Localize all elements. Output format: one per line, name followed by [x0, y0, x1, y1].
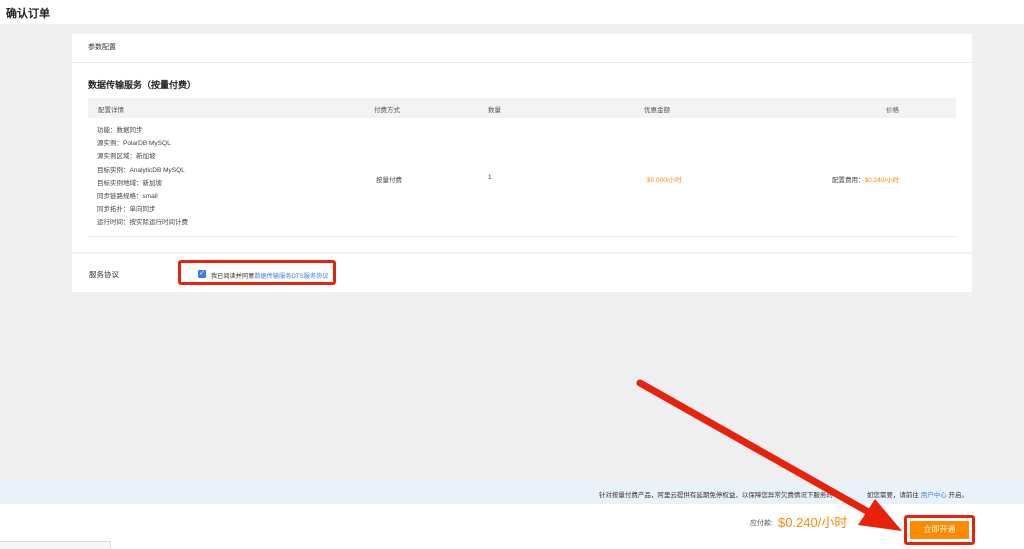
col-header-price: 价格 [886, 107, 899, 114]
price-label: 配置费用： [832, 177, 865, 184]
agreement-label: 服务协议 [89, 270, 119, 279]
table-row: 功能：数据同步 源实例：PolarDB MySQL 源实例区域：新加坡 目标实例… [88, 118, 956, 237]
config-card-header: 参数配置 [72, 34, 972, 63]
detail-line: 目标实例：AnalyticDB MySQL [97, 166, 185, 174]
agreement-card: 服务协议 ✓ 我已阅读并同意数据传输服务DTS服务协议 [72, 254, 972, 292]
config-card: 参数配置 数据传输服务（按量付费） 配置详情 付费方式 数量 优惠金额 价格 功… [72, 34, 972, 252]
detail-line: 同步拓扑：单向同步 [97, 206, 156, 214]
agreement-text: 我已阅读并同意数据传输服务DTS服务协议 [211, 271, 329, 280]
table-header: 配置详情 付费方式 数量 优惠金额 价格 [88, 98, 956, 118]
quantity-value: 1 [488, 174, 492, 181]
detail-line: 运行时间：按实际运行时间计费 [97, 219, 188, 227]
detail-line: 功能：数据同步 [97, 127, 143, 134]
agreement-prefix: 我已阅读并同意 [211, 272, 255, 280]
notice-suffix: 开启。 [948, 492, 969, 499]
order-table: 配置详情 付费方式 数量 优惠金额 价格 功能：数据同步 源实例：PolarDB… [88, 98, 956, 237]
user-center-link[interactable]: 用户中心 [921, 492, 947, 499]
service-title: 数据传输服务（按量付费） [88, 80, 197, 90]
col-header-quantity: 数量 [488, 107, 501, 114]
payment-method: 按量付费 [376, 177, 402, 184]
pay-label: 应付款: [750, 520, 773, 527]
agreement-highlight: ✓ 我已阅读并同意数据传输服务DTS服务协议 [178, 260, 336, 285]
price-cell: 配置费用：$0.240/小时 [832, 174, 899, 184]
price-value: $0.240/小时 [864, 177, 900, 184]
notice-text: 针对按量付费产品，阿里云提供有延期免停权益，以保障您异常欠费情况下服务的 如您需要… [599, 489, 968, 499]
open-button-highlight: 立即开通 [904, 515, 975, 545]
pay-amount: $0.240/小时 [778, 515, 848, 530]
col-header-payment: 付费方式 [374, 107, 400, 114]
detail-line: 同步链路规格：small [97, 193, 158, 201]
notice-main: 针对按量付费产品，阿里云提供有延期免停权益，以保障您异常欠费情况下服务的 [598, 492, 833, 499]
detail-line: 源实例：PolarDB MySQL [97, 140, 171, 148]
detail-line: 目标实例地域：新加坡 [97, 179, 162, 187]
agreement-checkbox[interactable]: ✓ [198, 270, 206, 278]
page-title: 确认订单 [6, 8, 50, 20]
col-header-discount: 优惠金额 [644, 107, 670, 114]
detail-line: 源实例区域：新加坡 [97, 153, 156, 161]
config-details: 功能：数据同步 源实例：PolarDB MySQL 源实例区域：新加坡 目标实例… [97, 124, 188, 230]
agreement-link[interactable]: 数据传输服务DTS服务协议 [254, 273, 328, 280]
discount-amount: $0.000/小时 [647, 177, 682, 184]
open-now-button[interactable]: 立即开通 [910, 521, 969, 539]
notice-bar: 针对按量付费产品，阿里云提供有延期免停权益，以保障您异常欠费情况下服务的 如您需要… [0, 482, 1024, 504]
notice-tail: 如您需要，请前往 [866, 492, 919, 499]
col-header-details: 配置详情 [98, 107, 124, 114]
